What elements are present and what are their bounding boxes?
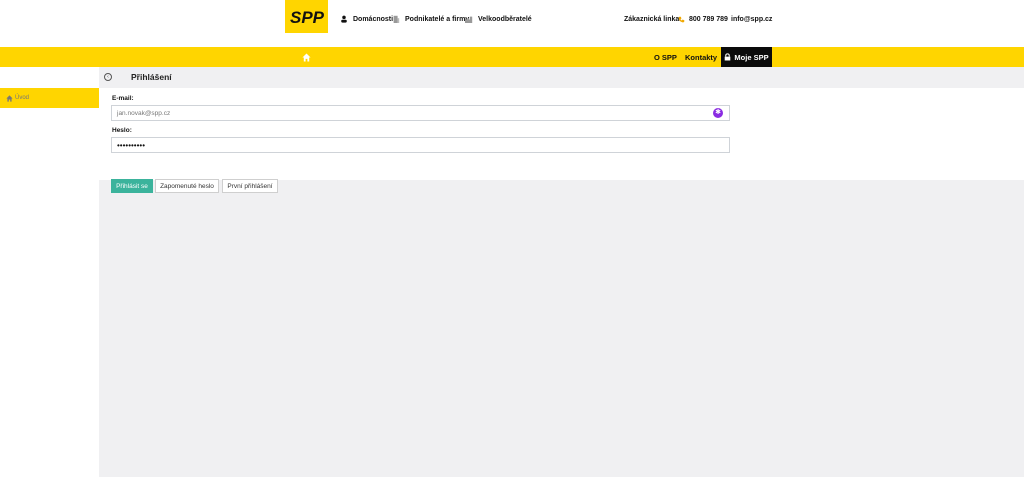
first-login-button[interactable]: První přihlášení	[222, 179, 278, 193]
email-label: E-mail:	[112, 95, 134, 102]
moje-spp-button[interactable]: Moje SPP	[721, 47, 772, 67]
password-value: ••••••••••	[117, 140, 146, 150]
building-icon	[393, 15, 400, 23]
svg-text:SPP: SPP	[289, 8, 324, 27]
password-manager-icon[interactable]: ✱	[713, 108, 723, 118]
phone-link[interactable]: 800 789 789	[678, 13, 728, 25]
moje-spp-label: Moje SPP	[734, 52, 769, 62]
main-nav: O SPP Kontakty Moje SPP	[0, 47, 1024, 67]
phone-number: 800 789 789	[689, 15, 728, 23]
home-nav-button[interactable]	[300, 51, 312, 63]
home-icon	[6, 94, 13, 102]
nav-link-o-spp[interactable]: O SPP	[654, 47, 677, 67]
forgot-password-button[interactable]: Zapomenuté heslo	[155, 179, 219, 193]
segment-business[interactable]: Podnikatelé a firmy	[392, 13, 469, 25]
segment-large-customers[interactable]: Velkoodběratelé	[465, 13, 532, 25]
top-header: SPP Domácnosti Podnikatelé a firmy Velko…	[0, 0, 1024, 47]
email-value: jan.novak@spp.cz	[117, 109, 171, 117]
person-icon	[341, 15, 347, 23]
page-title: Přihlášení	[131, 72, 172, 82]
lock-icon	[725, 53, 731, 61]
password-field[interactable]: ••••••••••	[111, 137, 730, 153]
segment-business-label: Podnikatelé a firmy	[405, 15, 470, 23]
sidebar-item-label: Úvod	[15, 95, 30, 101]
factory-icon	[465, 16, 473, 23]
hotline-label: Zákaznická linka:	[624, 15, 682, 23]
segment-households[interactable]: Domácnosti	[340, 13, 393, 25]
page-title-bar: ‹ Přihlášení	[99, 67, 1024, 88]
password-label: Heslo:	[112, 127, 132, 134]
segment-large-customers-label: Velkoodběratelé	[478, 15, 532, 23]
back-icon[interactable]: ‹	[104, 73, 112, 81]
main-content: ‹ Přihlášení E-mail: jan.novak@spp.cz ✱ …	[99, 67, 1024, 477]
spp-logo-mark: SPP	[289, 8, 324, 27]
segment-households-label: Domácnosti	[353, 15, 394, 23]
spp-logo[interactable]: SPP	[285, 0, 328, 33]
email-field[interactable]: jan.novak@spp.cz ✱	[111, 105, 730, 121]
email-link[interactable]: info@spp.cz	[731, 13, 772, 25]
phone-icon	[678, 16, 685, 22]
nav-link-kontakty[interactable]: Kontakty	[685, 47, 717, 67]
home-icon	[301, 52, 311, 62]
sidebar-item-uvod[interactable]: Úvod	[0, 88, 99, 108]
sidebar: Úvod	[0, 67, 99, 477]
login-form: E-mail: jan.novak@spp.cz ✱ Heslo: ••••••…	[99, 88, 1024, 193]
login-button[interactable]: Přihlásit se	[111, 179, 153, 193]
